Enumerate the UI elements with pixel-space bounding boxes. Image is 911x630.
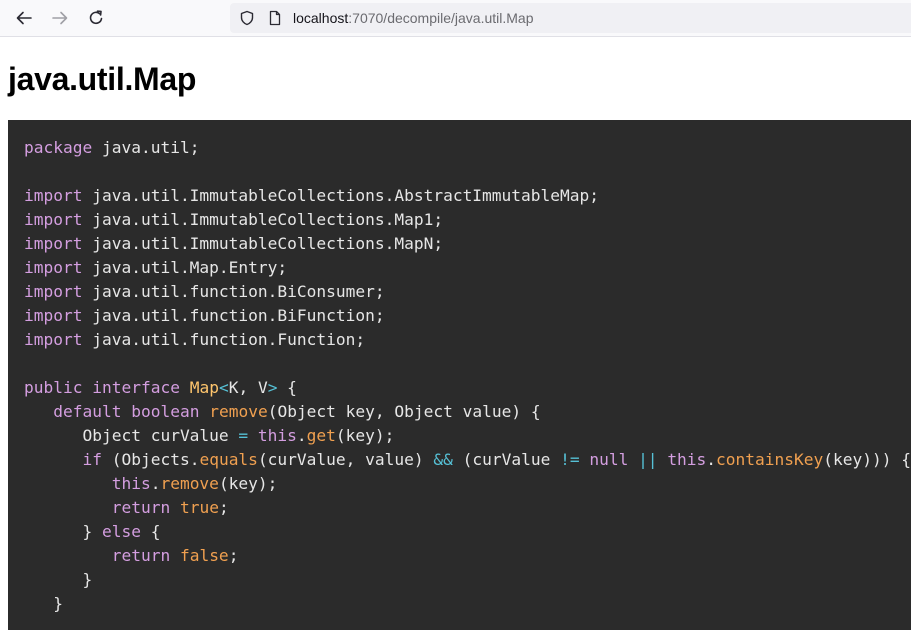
- code-text: java.util.ImmutableCollections.MapN;: [82, 234, 444, 253]
- keyword: import: [24, 186, 83, 205]
- code-line: default boolean remove(Object key, Objec…: [24, 402, 541, 421]
- page-title: java.util.Map: [8, 61, 197, 97]
- code-text: java.util.ImmutableCollections.AbstractI…: [82, 186, 600, 205]
- code-text: }: [53, 594, 63, 613]
- method-name: remove: [209, 402, 268, 421]
- code-line: return true;: [24, 498, 229, 517]
- forward-arrow-icon[interactable]: [48, 6, 72, 30]
- operator: <: [218, 378, 229, 397]
- code-text: java.util.function.BiFunction;: [82, 306, 385, 325]
- code-line: }: [24, 594, 63, 613]
- code-listing: package java.util; import java.util.Immu…: [24, 136, 911, 616]
- code-text: {: [140, 522, 161, 541]
- code-text: Object curValue: [82, 426, 239, 445]
- operator: =: [238, 426, 249, 445]
- operator: !=: [560, 450, 580, 469]
- code-text: }: [82, 570, 93, 589]
- keyword: import: [24, 330, 83, 349]
- address-bar[interactable]: localhost:7070/decompile/java.util.Map: [230, 3, 911, 33]
- code-text: java.util.function.BiConsumer;: [82, 282, 385, 301]
- code-text: {: [277, 378, 297, 397]
- url-path: :7070/decompile/java.util.Map: [348, 10, 534, 26]
- keyword: interface: [92, 378, 180, 397]
- code-text: java.util;: [92, 138, 200, 157]
- method-name: remove: [160, 474, 219, 493]
- code-line: import java.util.Map.Entry;: [24, 258, 287, 277]
- code-text: (key))) {: [823, 450, 911, 469]
- code-text: (Object key, Object value) {: [267, 402, 541, 421]
- keyword: else: [101, 522, 141, 541]
- keyword: import: [24, 210, 83, 229]
- keyword: if: [82, 450, 102, 469]
- code-text: (Objects.: [101, 450, 200, 469]
- code-line: if (Objects.equals(curValue, value) && (…: [82, 450, 911, 469]
- code-text: java.util.Map.Entry;: [82, 258, 288, 277]
- type-name: Map: [189, 378, 219, 397]
- keyword: this: [257, 426, 297, 445]
- code-line: Object curValue = this.get(key);: [82, 426, 395, 445]
- keyword: return: [111, 498, 171, 517]
- keyword: import: [24, 258, 83, 277]
- code-line: import java.util.ImmutableCollections.Ab…: [24, 186, 599, 205]
- code-line: import java.util.function.Function;: [24, 330, 365, 349]
- method-name: containsKey: [716, 450, 824, 469]
- keyword: default: [53, 402, 122, 421]
- code-text: }: [82, 522, 102, 541]
- code-line: import java.util.ImmutableCollections.Ma…: [24, 234, 443, 253]
- operator: >: [267, 378, 278, 397]
- code-line: } else {: [24, 522, 160, 541]
- code-text: (curValue: [452, 450, 561, 469]
- code-text: ;: [218, 498, 229, 517]
- reload-icon[interactable]: [84, 6, 108, 30]
- keyword: import: [24, 282, 83, 301]
- keyword: import: [24, 234, 83, 253]
- code-line: return false;: [24, 546, 239, 565]
- code-text: K, V: [228, 378, 268, 397]
- page-icon[interactable]: [267, 10, 283, 26]
- shield-icon[interactable]: [239, 10, 255, 26]
- literal: true: [179, 498, 219, 517]
- code-text: (curValue, value): [257, 450, 434, 469]
- operator: &&: [433, 450, 453, 469]
- code-line: package java.util;: [24, 138, 199, 157]
- code-line: import java.util.function.BiConsumer;: [24, 282, 385, 301]
- literal: false: [179, 546, 229, 565]
- back-arrow-icon[interactable]: [12, 6, 36, 30]
- keyword: public: [24, 378, 83, 397]
- browser-toolbar: localhost:7070/decompile/java.util.Map: [0, 0, 911, 37]
- keyword: this: [667, 450, 707, 469]
- code-line: }: [24, 570, 92, 589]
- code-block: package java.util; import java.util.Immu…: [8, 120, 911, 630]
- url-host: localhost: [293, 10, 349, 26]
- operator: ||: [638, 450, 658, 469]
- keyword: package: [24, 138, 93, 157]
- code-text: (key);: [335, 426, 395, 445]
- code-line: import java.util.function.BiFunction;: [24, 306, 385, 325]
- code-line: public interface Map<K, V> {: [24, 378, 297, 397]
- code-text: java.util.ImmutableCollections.Map1;: [82, 210, 444, 229]
- url-text[interactable]: localhost:7070/decompile/java.util.Map: [293, 9, 534, 27]
- code-text: ;: [228, 546, 239, 565]
- code-line: import java.util.ImmutableCollections.Ma…: [24, 210, 443, 229]
- keyword: boolean: [131, 402, 200, 421]
- keyword: import: [24, 306, 83, 325]
- code-text: java.util.function.Function;: [82, 330, 366, 349]
- keyword: null: [589, 450, 629, 469]
- method-name: equals: [199, 450, 258, 469]
- keyword: this: [111, 474, 151, 493]
- method-name: get: [306, 426, 336, 445]
- code-line: this.remove(key);: [111, 474, 278, 493]
- keyword: return: [111, 546, 171, 565]
- code-text: (key);: [218, 474, 278, 493]
